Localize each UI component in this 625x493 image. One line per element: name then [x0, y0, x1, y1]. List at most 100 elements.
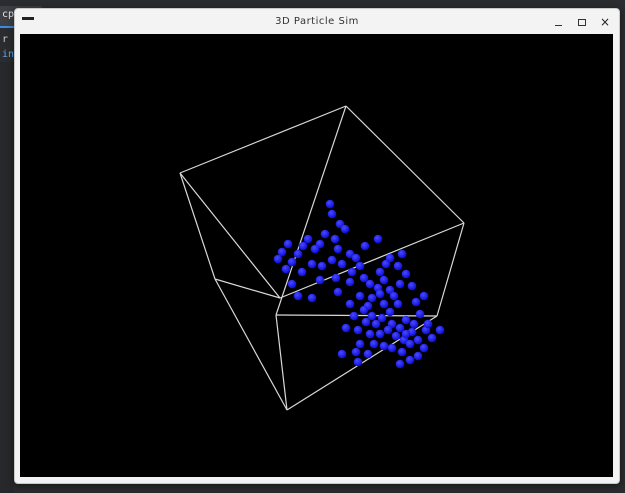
particle	[281, 264, 291, 274]
particle	[405, 355, 415, 365]
particle	[333, 244, 343, 254]
cube-edge	[436, 222, 465, 317]
particle	[345, 277, 355, 287]
particle	[379, 341, 389, 351]
particle	[395, 279, 405, 289]
particle	[330, 234, 340, 244]
particle	[307, 293, 317, 303]
particle	[355, 291, 365, 301]
particle	[351, 253, 361, 263]
particle	[413, 335, 423, 345]
particle	[351, 347, 361, 357]
particle	[365, 279, 375, 289]
cube-edge	[179, 172, 281, 299]
editor-gutter	[0, 62, 14, 493]
close-button[interactable]: ×	[596, 13, 614, 31]
particle	[411, 297, 421, 307]
particle	[389, 291, 399, 301]
particle	[375, 329, 385, 339]
particle-sim-window: 3D Particle Sim ×	[14, 8, 620, 484]
particle	[361, 317, 371, 327]
particle	[413, 351, 423, 361]
particle	[307, 259, 317, 269]
particle	[287, 257, 297, 267]
particle	[331, 273, 341, 283]
particle	[375, 289, 385, 299]
particle	[423, 319, 433, 329]
particle	[393, 261, 403, 271]
particle	[365, 329, 375, 339]
particle	[407, 281, 417, 291]
particle	[391, 331, 401, 341]
particle	[395, 359, 405, 369]
cube-edge	[179, 172, 216, 280]
particle	[375, 267, 385, 277]
particle	[397, 249, 407, 259]
particle	[320, 229, 330, 239]
particle	[297, 267, 307, 277]
particle	[427, 333, 437, 343]
particle	[325, 199, 335, 209]
particle	[369, 339, 379, 349]
particle	[327, 255, 337, 265]
particle	[310, 244, 320, 254]
particle	[379, 299, 389, 309]
particle	[293, 249, 303, 259]
particle	[353, 325, 363, 335]
particle	[415, 309, 425, 319]
bounding-cube	[179, 105, 465, 411]
particle	[397, 347, 407, 357]
cube-edge	[179, 105, 347, 174]
particle	[385, 307, 395, 317]
particle	[377, 313, 387, 323]
particle	[293, 291, 303, 301]
particle	[337, 259, 347, 269]
particle	[340, 224, 350, 234]
particle	[345, 299, 355, 309]
particle	[401, 269, 411, 279]
particle	[355, 261, 365, 271]
particle	[385, 253, 395, 263]
particle	[315, 275, 325, 285]
particle	[317, 261, 327, 271]
particle	[349, 311, 359, 321]
particle	[347, 267, 357, 277]
particle	[359, 305, 369, 315]
particle	[419, 291, 429, 301]
cube-edge	[214, 278, 281, 299]
minimize-icon	[554, 24, 562, 26]
particle	[373, 234, 383, 244]
particle	[387, 343, 397, 353]
close-icon: ×	[599, 15, 611, 29]
particle	[303, 234, 313, 244]
cube-edge	[275, 314, 288, 411]
particle	[367, 293, 377, 303]
particle	[287, 279, 297, 289]
particle	[273, 254, 283, 264]
particle	[401, 315, 411, 325]
particle	[355, 339, 365, 349]
scene-canvas	[179, 105, 465, 411]
particle	[327, 209, 337, 219]
particle	[409, 319, 419, 329]
window-title: 3D Particle Sim	[275, 16, 359, 27]
cube-edge	[345, 105, 465, 224]
particle	[353, 357, 363, 367]
render-viewport[interactable]	[20, 34, 613, 477]
particle-cloud	[273, 199, 445, 369]
maximize-icon	[578, 18, 586, 26]
particle	[341, 323, 351, 333]
particle	[337, 349, 347, 359]
editor-code-line: in	[2, 49, 15, 60]
title-bar[interactable]: 3D Particle Sim ×	[15, 9, 619, 35]
cube-edge	[275, 105, 347, 316]
particle	[383, 325, 393, 335]
particle	[405, 339, 415, 349]
particle	[363, 349, 373, 359]
particle	[401, 329, 411, 339]
cube-edge	[214, 278, 288, 411]
minimize-button[interactable]	[549, 13, 567, 31]
particle	[419, 343, 429, 353]
particle	[333, 287, 343, 297]
maximize-button[interactable]	[573, 13, 591, 31]
